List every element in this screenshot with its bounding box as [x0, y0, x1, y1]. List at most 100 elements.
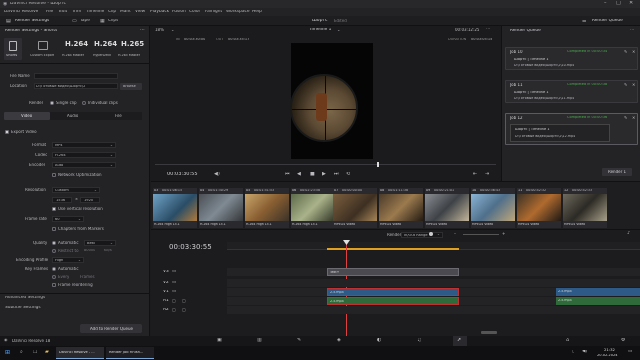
tab-file[interactable]: File	[96, 112, 142, 120]
zoom-level[interactable]: 18%	[155, 28, 164, 32]
render-queue-toggle[interactable]: Render Queue	[592, 19, 623, 23]
resolution-height-input[interactable]: 1920	[80, 197, 100, 203]
preset-shorts[interactable]: Shorts	[4, 38, 22, 60]
clip-thumbnail[interactable]: 12 00:00:42:33 MPEG4 Video	[563, 188, 607, 228]
clip-thumbnail[interactable]: 10 00:00:36:43 MPEG4 Video	[471, 188, 515, 228]
add-to-render-queue-button[interactable]: Add to Render Queue	[80, 324, 142, 333]
encoding-profile-select[interactable]: High ⌄	[52, 257, 84, 263]
zoom-out-icon[interactable]: –	[454, 232, 456, 236]
search-icon[interactable]: ⌕	[20, 350, 23, 355]
mark-out-icon[interactable]: ⇥	[485, 172, 489, 177]
color-page-icon[interactable]: ◐	[377, 338, 381, 343]
tab-video[interactable]: Video	[4, 112, 50, 120]
preset-h265-master[interactable]: H.265 H.265 Master	[118, 38, 146, 60]
preset-custom-export[interactable]: Custom Export	[30, 38, 56, 60]
audio-icon[interactable]: ◀)	[214, 172, 220, 177]
codec-select[interactable]: H.264 ⌄	[52, 152, 116, 158]
preset-hyperdeck[interactable]: H.264 HyperDeck	[91, 38, 117, 60]
task-view-icon[interactable]: ❐	[33, 350, 37, 355]
notifications-icon[interactable]: ▭	[628, 350, 632, 355]
resolution-select[interactable]: Custom ⌄	[52, 187, 100, 193]
menu-mark[interactable]: Mark	[120, 10, 131, 14]
restrict-value[interactable]: 80000	[84, 249, 95, 253]
menu-fusion[interactable]: Fusion	[172, 10, 186, 14]
location-field[interactable]: D:\Готовые видео\Шортс\2	[34, 83, 118, 89]
track-eye-icon[interactable]: ▭	[172, 270, 176, 274]
timeline-name[interactable]: Timeline 1	[309, 28, 331, 32]
solo-icon[interactable]: ▢	[182, 308, 186, 312]
play-icon[interactable]: ▶	[322, 172, 326, 177]
render-job-selected[interactable]: Job 12 Completed in 00:00:36 ✎ ✕ Шортс |…	[505, 113, 638, 145]
explorer-icon[interactable]: ▰	[45, 350, 49, 355]
chapters-checkbox[interactable]	[52, 227, 56, 231]
video-clip[interactable]: 2.5.mp4	[556, 288, 640, 296]
menu-clip[interactable]: Clip	[108, 10, 116, 14]
automatic-quality-radio[interactable]	[52, 241, 56, 245]
edit-icon[interactable]: ✎	[624, 116, 627, 120]
frame-reordering-checkbox[interactable]	[52, 283, 56, 287]
framerate-select[interactable]: 60 ⌄	[52, 216, 84, 222]
menu-workspace[interactable]: Workspace	[226, 10, 250, 14]
tape-toggle[interactable]: Tape	[80, 19, 90, 23]
edit-page-icon[interactable]: ✎	[297, 338, 301, 343]
format-select[interactable]: MP4 ⌄	[52, 142, 116, 148]
go-to-start-icon[interactable]: ⏮	[285, 172, 290, 177]
preset-h264-master[interactable]: H.264 H.264 Master	[62, 38, 88, 60]
clip-thumbnail[interactable]: 03 00:01:06:15 H.264 High L5.1	[153, 188, 197, 228]
tab-audio[interactable]: Audio	[50, 112, 96, 120]
deliver-page-button[interactable]: ➚	[453, 336, 467, 346]
render-settings-toggle[interactable]: Render Settings	[15, 19, 49, 23]
quality-select[interactable]: Best ⌄	[84, 240, 116, 246]
subtitle-settings-toggle[interactable]: Subtitle Settings	[5, 306, 41, 310]
settings-icon[interactable]: ⚙	[621, 338, 625, 343]
network-icon[interactable]: ▯	[572, 350, 574, 355]
stop-icon[interactable]: ■	[310, 172, 315, 177]
clip-thumbnail[interactable]: 05 00:01:51:53 H.264 High L5.1	[245, 188, 289, 228]
menu-playback[interactable]: Playback	[150, 10, 169, 14]
menu-file[interactable]: File	[46, 10, 53, 14]
zoom-slider[interactable]	[463, 234, 499, 235]
render-range-select[interactable]: In/Out Range ⌄	[401, 231, 443, 238]
more-options-icon[interactable]: ⋯	[140, 28, 145, 33]
network-optimization-checkbox[interactable]	[52, 173, 56, 177]
menu-fairlight[interactable]: Fairlight	[205, 10, 222, 14]
single-clip-radio[interactable]	[50, 101, 54, 105]
clip-thumbnail[interactable]: 06 00:02:23:58 H.264 High L5.1	[291, 188, 335, 228]
menu-trim[interactable]: Trim	[72, 10, 81, 14]
clip-thumbnail[interactable]: 09 00:00:21:01 MPEG4 Video	[425, 188, 469, 228]
taskbar-app-render-finish[interactable]: Render Job Finish...	[106, 347, 154, 359]
individual-clips-radio[interactable]	[82, 101, 86, 105]
audio-clip[interactable]: 2.5.mp4	[556, 297, 640, 305]
render-job[interactable]: Job 11 Completed in 00:00:38 ✎ ✕ Шортс |…	[505, 80, 638, 103]
edit-icon[interactable]: ✎	[624, 83, 627, 87]
vertical-resolution-checkbox[interactable]	[52, 207, 56, 211]
zoom-in-icon[interactable]: +	[502, 232, 505, 236]
render-all-button[interactable]: Render 1	[602, 168, 632, 176]
rewind-icon[interactable]: ◀	[297, 172, 301, 177]
mute-icon[interactable]: ▢	[172, 299, 176, 303]
menu-help[interactable]: Help	[252, 10, 262, 14]
more-options-icon[interactable]: ⋯	[486, 27, 490, 31]
export-video-checkbox[interactable]	[5, 130, 9, 134]
keyframes-every-radio[interactable]	[52, 275, 56, 279]
advanced-settings-toggle[interactable]: Advanced Settings	[5, 296, 45, 300]
minimize-icon[interactable]: –	[604, 1, 607, 6]
render-job[interactable]: Job 10 Completed in 00:00:34 ✎ ✕ Шортс |…	[505, 47, 638, 70]
menu-edit[interactable]: Edit	[59, 10, 67, 14]
audio-meter-icon[interactable]: ♪	[627, 231, 630, 236]
encoder-select[interactable]: Auto ⌄	[52, 162, 116, 168]
track-eye-icon[interactable]: ▭	[172, 290, 176, 294]
tray-chevron-icon[interactable]: ˄	[560, 350, 562, 355]
menu-color[interactable]: Color	[189, 10, 200, 14]
browse-button[interactable]: Browse	[120, 83, 142, 90]
clip-thumbnail[interactable]: 07 00:00:00:00 MPEG4 Video	[333, 188, 377, 228]
close-icon[interactable]: ✕	[632, 116, 635, 120]
maximize-icon[interactable]: □	[616, 1, 621, 6]
mark-in-icon[interactable]: ⇤	[473, 172, 477, 177]
clip-thumbnail[interactable]: 11 00:00:42:32 MPEG4 Video	[517, 188, 561, 228]
loop-icon[interactable]: ⟲	[346, 172, 350, 177]
fairlight-page-icon[interactable]: ♫	[417, 338, 421, 343]
media-page-icon[interactable]: ▣	[217, 338, 222, 343]
home-icon[interactable]: ⌂	[566, 338, 569, 343]
menu-view[interactable]: View	[135, 10, 145, 14]
